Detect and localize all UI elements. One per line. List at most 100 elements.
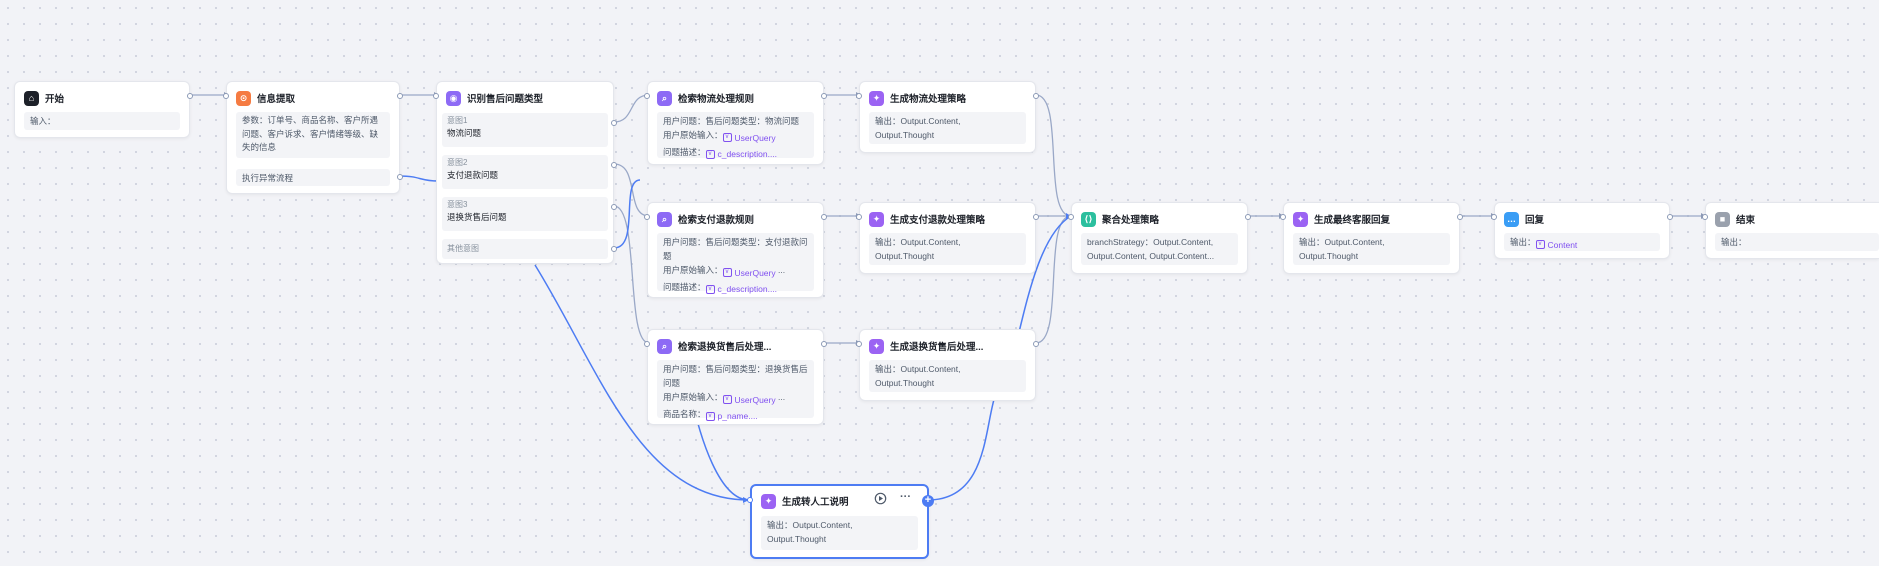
gen-payment-node[interactable]: ✦ 生成支付退款处理策略 输出：Output.Content, Output.Th… <box>856 202 1039 274</box>
node-title: 开始 <box>45 94 65 105</box>
output-port[interactable] <box>821 341 827 347</box>
exception-port[interactable] <box>397 174 403 180</box>
output-port[interactable] <box>1667 214 1673 220</box>
output-label: 输出： <box>1510 237 1536 247</box>
branch-strategy-text: branchStrategy：Output.Content, Output.Co… <box>1087 237 1215 261</box>
node-title: 生成物流处理策略 <box>890 94 967 105</box>
input-port[interactable] <box>644 93 650 99</box>
intent-item[interactable]: 意图2 支付退款问题 <box>442 155 608 189</box>
output-port[interactable] <box>821 93 827 99</box>
input-port[interactable] <box>433 93 439 99</box>
output-port[interactable] <box>1245 214 1251 220</box>
intent-item[interactable]: 意图3 退换货售后问题 <box>442 197 608 231</box>
gen-return-node[interactable]: ✦ 生成退换货售后处理... 输出：Output.Content, Output.… <box>856 329 1039 401</box>
variable-tag: v UserQuery <box>722 393 776 407</box>
intent-port[interactable] <box>611 162 617 168</box>
exception-label: 执行异常流程 <box>242 173 294 183</box>
intent-label: 意图1 <box>447 116 468 125</box>
output-text: 输出：Output.Content, Output.Thought <box>875 237 961 261</box>
reply-node[interactable]: … 回复 输出： v Content <box>1491 202 1673 259</box>
home-icon: ⌂ <box>24 90 39 106</box>
output-port[interactable] <box>397 93 403 99</box>
edge-intent1-search-logistics <box>613 94 650 123</box>
question-line: 用户问题：售后问题类型：物流问题 <box>663 116 800 126</box>
classify-node[interactable]: ◉ 识别售后问题类型 意图1 物流问题 意图2 支付退款问题 意图3 退换货售后问… <box>433 81 617 264</box>
node-title: 回复 <box>1525 215 1545 226</box>
search-payment-node[interactable]: ⌕ 检索支付退款规则 用户问题：售后问题类型：支付退款问题 用户原始输入： v Use… <box>644 202 827 298</box>
intent-port[interactable] <box>611 120 617 126</box>
output-port[interactable] <box>1033 93 1039 99</box>
sparkle-icon: ✦ <box>761 493 776 509</box>
stop-icon: ■ <box>1715 211 1730 227</box>
search-icon: ⌕ <box>657 211 672 227</box>
sparkle-icon: ✦ <box>1293 211 1308 227</box>
add-node-icon[interactable]: + <box>922 495 934 507</box>
field-label: 商品名称： <box>663 408 706 419</box>
node-title: 检索支付退款规则 <box>678 215 755 226</box>
search-return-node[interactable]: ⌕ 检索退换货售后处理... 用户问题：售后问题类型：退换货售后问题 用户原始输入… <box>644 329 827 425</box>
start-node[interactable]: ⌂ 开始 输入： <box>14 81 193 138</box>
intent-value: 支付退款问题 <box>447 170 499 180</box>
aggregate-node[interactable]: ⟨⟩ 聚合处理策略 branchStrategy：Output.Content, … <box>1068 202 1251 274</box>
input-label: 输入： <box>30 116 56 126</box>
input-port[interactable] <box>856 341 862 347</box>
intent-item[interactable]: 意图1 物流问题 <box>442 113 608 147</box>
output-port[interactable] <box>1033 341 1039 347</box>
field-label: 用户原始输入： <box>663 265 723 275</box>
output-text: 输出：Output.Content, Output.Thought <box>875 364 961 388</box>
input-port[interactable] <box>223 93 229 99</box>
output-text: 输出：Output.Content, Output.Thought <box>1299 237 1385 261</box>
edge-intent2-search-payment <box>613 163 650 217</box>
edge-gen-return-aggregate <box>1035 215 1072 344</box>
sparkle-icon: ✦ <box>869 211 884 227</box>
edge-gen-logistics-aggregate <box>1035 94 1072 217</box>
search-icon: ⌕ <box>657 90 672 106</box>
intent-label: 意图3 <box>447 200 468 209</box>
more-icon[interactable]: ··· <box>900 491 911 503</box>
node-title: 检索物流处理规则 <box>678 94 755 105</box>
final-reply-node[interactable]: ✦ 生成最终客服回复 输出：Output.Content, Output.Thou… <box>1280 202 1463 274</box>
other-intent-label: 其他意图 <box>447 244 479 253</box>
input-port[interactable] <box>644 341 650 347</box>
edge-intent3-search-return <box>613 205 650 344</box>
run-icon[interactable] <box>874 492 887 508</box>
gen-logistics-node[interactable]: ✦ 生成物流处理策略 输出：Output.Content, Output.Thou… <box>856 81 1039 153</box>
input-port[interactable] <box>1702 214 1708 220</box>
question-line: 用户问题：售后问题类型：退换货售后问题 <box>663 364 808 388</box>
edge-other-intent <box>613 179 641 249</box>
output-port[interactable] <box>1457 214 1463 220</box>
aggregate-icon: ⟨⟩ <box>1081 211 1096 227</box>
node-title: 生成支付退款处理策略 <box>890 215 986 226</box>
variable-tag: v p_name.... <box>705 409 758 423</box>
search-logistics-node[interactable]: ⌕ 检索物流处理规则 用户问题：售后问题类型：物流问题 用户原始输入： v UserQ… <box>644 81 827 165</box>
variable-tag: v UserQuery <box>722 131 776 145</box>
node-title: 识别售后问题类型 <box>467 94 544 105</box>
input-port[interactable] <box>856 93 862 99</box>
output-port[interactable] <box>187 93 193 99</box>
input-port[interactable] <box>1491 214 1497 220</box>
handoff-node[interactable]: ✦ 生成转人工说明 ··· 输出：Output.Content, Output.T… <box>747 484 934 559</box>
intent-item-other[interactable]: 其他意图 <box>442 239 608 259</box>
input-port[interactable] <box>644 214 650 220</box>
output-port[interactable] <box>821 214 827 220</box>
output-port[interactable] <box>1033 214 1039 220</box>
intent-port[interactable] <box>611 204 617 210</box>
input-port[interactable] <box>747 497 753 503</box>
end-node[interactable]: ■ 结束 输出： <box>1702 202 1879 259</box>
intent-port[interactable] <box>611 246 617 252</box>
extract-node[interactable]: ⊙ 信息提取 参数：订单号、商品名称、客户所遇问题、客户诉求、客户情绪等级、缺失的… <box>223 81 403 194</box>
input-port[interactable] <box>1280 214 1286 220</box>
node-title: 信息提取 <box>257 94 296 105</box>
output-label: 输出： <box>1721 237 1747 247</box>
sparkle-icon: ✦ <box>869 338 884 354</box>
classify-icon: ◉ <box>446 90 461 106</box>
chat-icon: … <box>1504 211 1519 227</box>
input-port[interactable] <box>856 214 862 220</box>
input-port[interactable] <box>1068 214 1074 220</box>
node-title: 结束 <box>1736 215 1756 226</box>
node-title: 生成转人工说明 <box>782 497 849 508</box>
field-label: 用户原始输入： <box>663 130 723 140</box>
node-title: 生成最终客服回复 <box>1314 215 1391 226</box>
field-label: 问题描述： <box>663 281 706 292</box>
search-icon: ⌕ <box>657 338 672 354</box>
